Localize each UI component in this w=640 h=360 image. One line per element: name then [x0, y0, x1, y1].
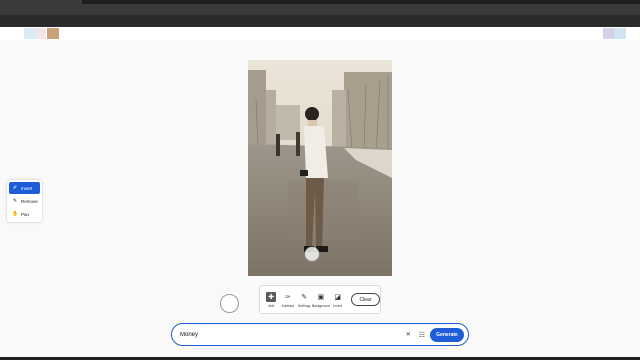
app-header	[0, 27, 640, 40]
subtract-brush-icon: ✑	[284, 293, 291, 301]
brush-size-button[interactable]	[220, 294, 239, 313]
tool-pan[interactable]: ✋ Pan	[9, 208, 40, 220]
invert-button[interactable]: ◪ Invert	[329, 292, 345, 308]
brush-settings-icon: ✎	[301, 293, 308, 301]
hand-icon: ✋	[12, 211, 19, 217]
eraser-icon: ✎	[12, 198, 18, 204]
photo-street-man	[248, 60, 392, 276]
brush-subtract-label: Subtract	[281, 303, 295, 308]
brush-settings-button[interactable]: ✎ Settings	[296, 292, 312, 308]
add-brush-icon: ✚	[266, 291, 277, 302]
swatch-tile	[603, 28, 614, 39]
tool-remove-label: Remove	[21, 198, 38, 204]
canvas-image[interactable]	[248, 60, 392, 276]
brush-toolbar: ✚ Add ✑ Subtract ✎ Settings ▣ Background…	[259, 285, 381, 314]
background-label: Background	[311, 303, 330, 308]
swatch-tile	[24, 28, 36, 39]
swatch-tile	[36, 28, 46, 39]
tool-pan-label: Pan	[21, 211, 30, 217]
window-toolbar	[0, 15, 640, 27]
clear-button[interactable]: Clear	[350, 293, 380, 306]
background-icon: ▣	[317, 293, 325, 301]
brush-add-label: Add	[268, 303, 275, 308]
invert-icon: ◪	[334, 293, 341, 301]
brush-subtract-button[interactable]: ✑ Subtract	[279, 292, 295, 308]
tool-remove[interactable]: ✎ Remove	[9, 195, 40, 207]
titlebar-tab-strip	[82, 0, 640, 4]
prompt-bar: ✕ ☷ Generate	[171, 323, 469, 346]
generate-button[interactable]: Generate	[430, 327, 464, 342]
tool-insert[interactable]: ✐ Insert	[9, 182, 40, 194]
swatch-tile	[47, 28, 59, 39]
background-button[interactable]: ▣ Background	[311, 292, 330, 308]
swatch-tile	[614, 28, 626, 39]
tool-insert-label: Insert	[21, 185, 33, 191]
tool-panel: ✐ Insert ✎ Remove ✋ Pan	[7, 180, 42, 222]
window-titlebar	[0, 0, 640, 15]
invert-label: Invert	[333, 303, 342, 308]
sliders-icon[interactable]: ☷	[419, 331, 425, 339]
close-icon[interactable]: ✕	[406, 331, 411, 338]
insert-icon: ✐	[12, 185, 18, 191]
prompt-input[interactable]	[180, 331, 406, 338]
brush-settings-label: Settings	[298, 303, 311, 308]
brush-add-button[interactable]: ✚ Add	[263, 291, 279, 308]
